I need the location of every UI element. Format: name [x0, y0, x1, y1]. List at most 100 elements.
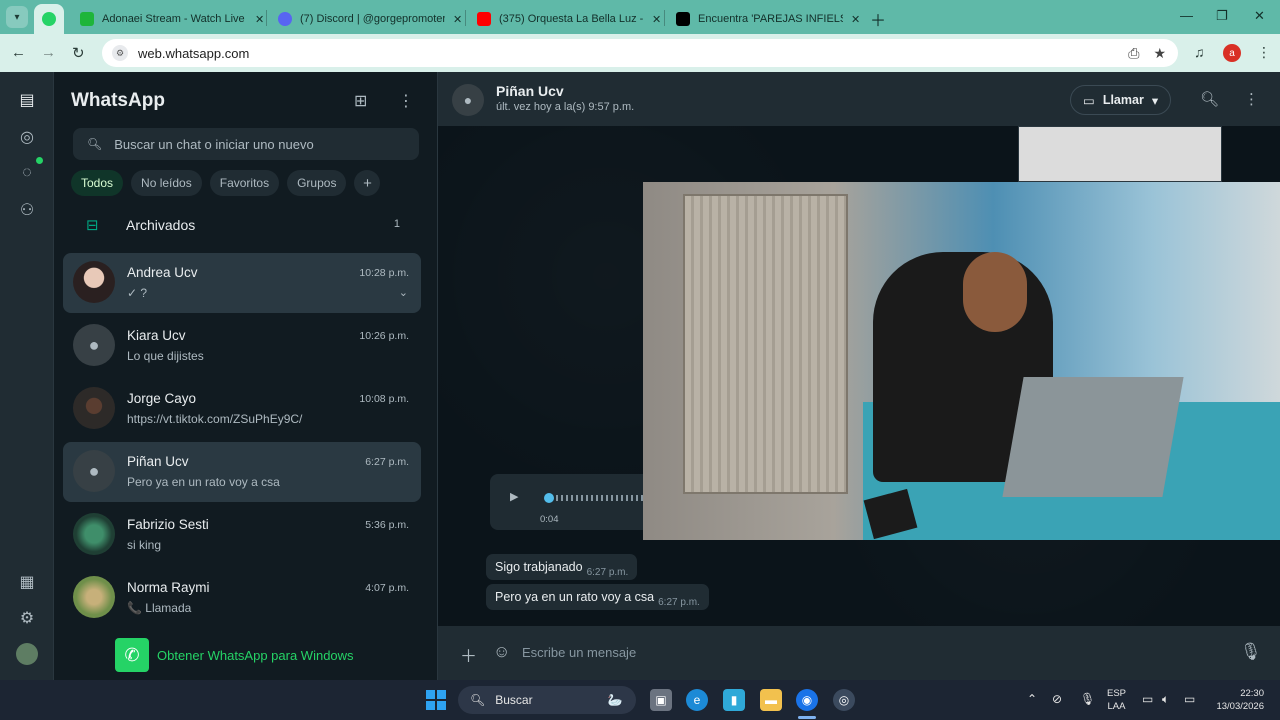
- microphone-icon[interactable]: 🎙︎: [1240, 642, 1262, 662]
- archived-row[interactable]: ⊟ Archivados 1: [54, 208, 438, 242]
- chats-icon[interactable]: ▤: [16, 89, 38, 111]
- voice-duration: 0:04: [540, 514, 559, 525]
- chrome-icon[interactable]: ◉: [796, 689, 818, 711]
- get-whatsapp-windows-link[interactable]: ✆ Obtener WhatsApp para Windows: [115, 638, 354, 672]
- battery-icon[interactable]: ▭: [1184, 692, 1195, 706]
- reload-button[interactable]: ↻: [72, 44, 85, 62]
- taskbar-clock[interactable]: 22:30 13/03/2026: [1208, 687, 1264, 713]
- chat-item-norma[interactable]: Norma Raymi 4:07 p.m. 📞 Llamada: [63, 568, 421, 628]
- communities-icon[interactable]: ⚇: [16, 199, 38, 221]
- chat-item-kiara[interactable]: ● Kiara Ucv 10:26 p.m. Lo que dijistes: [63, 316, 421, 376]
- file-explorer-icon[interactable]: ▬: [760, 689, 782, 711]
- bookmark-star-icon[interactable]: ★: [1153, 45, 1166, 62]
- media-gallery-icon[interactable]: ▦: [16, 571, 38, 593]
- filter-favorites[interactable]: Favoritos: [209, 170, 280, 196]
- filter-chips: Todos No leídos Favoritos Grupos +: [71, 170, 381, 196]
- recorder-icon[interactable]: ◎: [833, 689, 855, 711]
- settings-gear-icon[interactable]: ⚙: [16, 607, 38, 629]
- display-icon[interactable]: ▭: [1142, 692, 1153, 706]
- message-time: 6:27 p.m.: [658, 597, 700, 608]
- status-icon[interactable]: ◎: [16, 126, 38, 148]
- chat-item-andrea[interactable]: Andrea Ucv 10:28 p.m. ✓ ? ⌄: [63, 253, 421, 313]
- filter-groups[interactable]: Grupos: [287, 170, 347, 196]
- chat-item-jorge[interactable]: Jorge Cayo 10:08 p.m. https://vt.tiktok.…: [63, 379, 421, 439]
- back-button[interactable]: ←: [11, 44, 26, 61]
- browser-menu-icon[interactable]: ⋮: [1257, 44, 1271, 61]
- network-off-icon[interactable]: ⊘: [1052, 692, 1062, 706]
- close-icon[interactable]: ✕: [255, 13, 264, 26]
- install-app-icon[interactable]: ⎙: [1128, 45, 1139, 62]
- waveform: [556, 495, 656, 501]
- new-tab-button[interactable]: ＋: [870, 7, 886, 31]
- close-icon[interactable]: ✕: [851, 13, 860, 26]
- chat-time: 10:08 p.m.: [359, 393, 409, 405]
- microphone-icon[interactable]: 🎙︎: [1080, 692, 1095, 706]
- minimize-button[interactable]: —: [1180, 8, 1193, 23]
- new-chat-icon[interactable]: ⊞: [354, 91, 367, 111]
- restore-button[interactable]: ❐: [1216, 8, 1228, 24]
- filter-all[interactable]: Todos: [71, 170, 124, 196]
- sticker-emoji-icon[interactable]: ☺: [493, 642, 510, 662]
- lang-top: ESP: [1107, 688, 1127, 699]
- chat-preview: https://vt.tiktok.com/ZSuPhEy9C/: [127, 412, 303, 426]
- edge-icon[interactable]: e: [686, 689, 708, 711]
- tray-chevron-icon[interactable]: ⌃: [1027, 692, 1037, 706]
- tab-discord[interactable]: (7) Discord | @gorgepromoter ✕: [268, 4, 472, 34]
- chat-time: 4:07 p.m.: [365, 582, 409, 594]
- chat-item-fabrizio[interactable]: Fabrizio Sesti 5:36 p.m. si king: [63, 505, 421, 565]
- forward-button[interactable]: →: [41, 44, 56, 61]
- tab-title: Adonaei Stream - Watch Live o: [102, 13, 247, 25]
- search-icon: 🔍︎: [87, 137, 103, 151]
- tab-divider: [465, 10, 466, 26]
- close-icon[interactable]: ✕: [453, 13, 462, 26]
- tab-whatsapp[interactable]: [34, 4, 64, 34]
- windows-start-icon[interactable]: [426, 690, 446, 710]
- attach-plus-icon[interactable]: ＋: [460, 642, 477, 667]
- store-icon[interactable]: ▮: [723, 689, 745, 711]
- tab-tiktok[interactable]: Encuentra 'PAREJAS INFIELS' en ✕: [666, 4, 870, 34]
- playback-handle[interactable]: [544, 493, 554, 503]
- close-icon[interactable]: ✕: [652, 13, 661, 26]
- webcam-laptop: [1002, 377, 1184, 497]
- message-bubble[interactable]: Pero ya en un rato voy a csa 6:27 p.m.: [486, 584, 709, 610]
- channels-icon[interactable]: ◌: [16, 162, 38, 184]
- widget-icon[interactable]: 🦢: [604, 689, 626, 711]
- lang-bottom: LAA: [1107, 701, 1126, 712]
- chat-name: Andrea Ucv: [127, 265, 198, 280]
- add-filter-button[interactable]: +: [354, 170, 381, 196]
- address-bar[interactable]: ⚙ web.whatsapp.com ⎙ ★: [102, 39, 1178, 67]
- tab-adonaei[interactable]: Adonaei Stream - Watch Live o ✕: [70, 4, 274, 34]
- chevron-down-icon[interactable]: ⌄: [399, 286, 408, 299]
- conversation-header[interactable]: ● Piñan Ucv últ. vez hoy a la(s) 9:57 p.…: [438, 72, 1280, 126]
- profile-avatar[interactable]: a: [1223, 44, 1241, 62]
- filter-unread[interactable]: No leídos: [131, 170, 202, 196]
- tab-youtube[interactable]: (375) Orquesta La Bella Luz - M ✕: [467, 4, 671, 34]
- message-input[interactable]: Escribe un mensaje: [522, 639, 1222, 665]
- tab-title: Encuentra 'PAREJAS INFIELS' en: [698, 13, 843, 25]
- close-window-button[interactable]: ✕: [1254, 8, 1265, 24]
- youtube-favicon-icon: [477, 12, 491, 26]
- play-icon[interactable]: ▶: [510, 490, 518, 503]
- menu-dots-icon[interactable]: ⋮: [1244, 90, 1259, 108]
- tab-search-button[interactable]: ▾: [6, 6, 28, 28]
- windows-taskbar: 🔍︎ Buscar 🦢 ▣ e ▮ ▬ ◉ ◎ ⌃ ⊘ 🎙︎ ESP LAA ▭…: [0, 680, 1280, 720]
- call-button[interactable]: ▭ Llamar ▾: [1070, 85, 1172, 115]
- menu-dots-icon[interactable]: ⋮: [398, 91, 414, 111]
- tab-title: (375) Orquesta La Bella Luz - M: [499, 13, 644, 25]
- chat-item-pinan[interactable]: ● Piñan Ucv 6:27 p.m. Pero ya en un rato…: [63, 442, 421, 502]
- app-title: WhatsApp: [71, 90, 165, 111]
- volume-icon[interactable]: 🔈︎: [1162, 692, 1169, 707]
- app-nav-rail: ▤ ◎ ◌ ⚇ ▦ ⚙: [0, 72, 54, 680]
- search-input[interactable]: 🔍︎ Buscar un chat o iniciar uno nuevo: [73, 128, 419, 160]
- keyboard-language[interactable]: ESP LAA: [1107, 687, 1126, 713]
- search-icon[interactable]: 🔍︎: [1200, 90, 1219, 108]
- media-controls-icon[interactable]: ♫: [1194, 44, 1205, 60]
- message-bubble[interactable]: Sigo trabjanado 6:27 p.m.: [486, 554, 638, 580]
- site-info-icon[interactable]: ⚙: [112, 45, 128, 61]
- chat-preview: Lo que dijistes: [127, 349, 204, 363]
- search-icon: 🔍︎: [470, 693, 486, 707]
- profile-avatar[interactable]: [16, 643, 38, 665]
- default-avatar-icon[interactable]: ●: [452, 84, 484, 116]
- last-seen: últ. vez hoy a la(s) 9:57 p.m.: [496, 101, 635, 113]
- task-view-icon[interactable]: ▣: [650, 689, 672, 711]
